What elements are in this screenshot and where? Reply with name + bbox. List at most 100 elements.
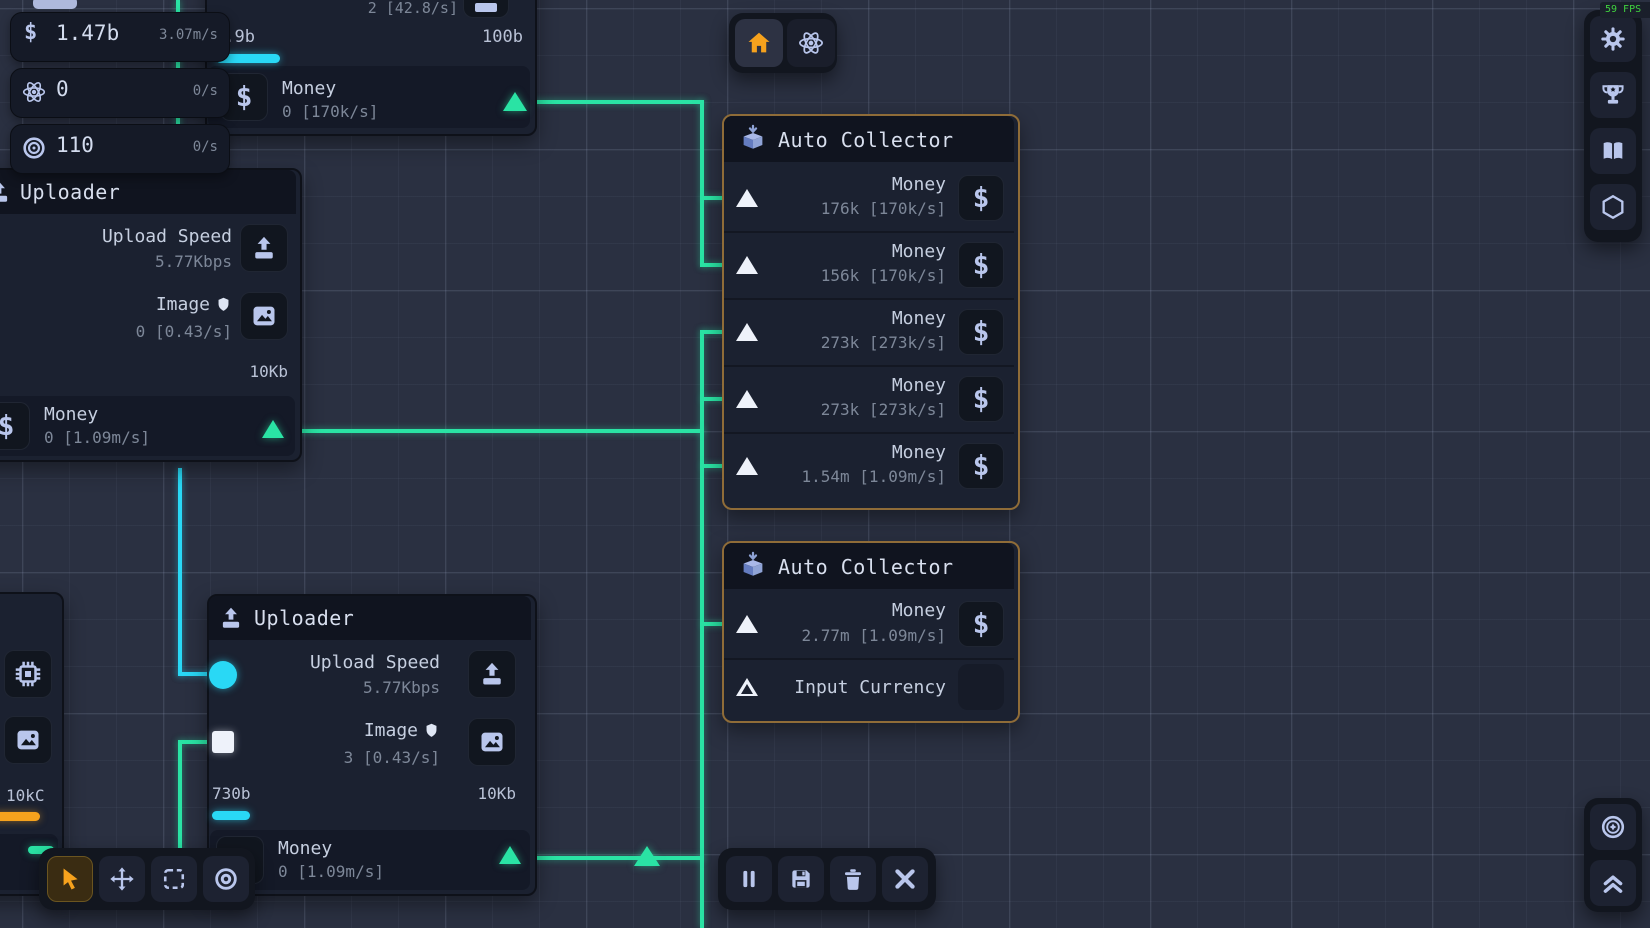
pause-icon <box>736 866 762 892</box>
upload-icon <box>0 179 12 205</box>
uploader1-speed-upgrade-button[interactable] <box>240 224 288 272</box>
select-tool-button[interactable] <box>47 856 93 902</box>
upload-icon <box>250 234 278 262</box>
collector2-row-value: 2.77m [1.09m/s] <box>760 626 946 645</box>
box-select-tool-button[interactable] <box>151 856 197 902</box>
wire-topnode-out <box>524 100 704 104</box>
move-tool-button[interactable] <box>99 856 145 902</box>
collector1-currency-button[interactable]: $ <box>958 242 1004 288</box>
hexagon-icon <box>1599 193 1627 221</box>
trash-icon <box>840 866 866 892</box>
resource-money-value: 1.47b <box>56 21 119 45</box>
uploader2-image-value: 3 [0.43/s] <box>230 748 440 767</box>
dollar-icon: $ <box>973 385 990 413</box>
collector1-input-port-icon[interactable] <box>736 323 758 341</box>
circle-tool-button[interactable] <box>203 856 249 902</box>
uploader2-speed-input-port[interactable] <box>209 661 237 689</box>
upload-icon <box>478 660 506 688</box>
uploader1-image-label-row: Image <box>40 294 232 315</box>
dollar-icon: $ <box>973 318 990 346</box>
collector1-input-port-icon[interactable] <box>736 189 758 207</box>
chip-icon <box>13 659 43 689</box>
collector1-row-name: Money <box>760 442 946 463</box>
generator-buy-button[interactable] <box>463 0 509 18</box>
collector1-input-port-icon[interactable] <box>736 457 758 475</box>
collector2-currency-button[interactable]: $ <box>958 601 1004 647</box>
wire-main-lower <box>700 330 704 928</box>
delete-button[interactable] <box>830 856 876 902</box>
row-separator <box>724 432 1014 434</box>
dollar-icon: $ <box>236 83 253 111</box>
uploader1-image-label: Image <box>156 294 210 315</box>
resource-points-value: 110 <box>56 133 94 157</box>
generator-output-port-icon[interactable] <box>503 92 527 111</box>
canvas[interactable]: { "fps": "59 FPS", "currency": "$", "res… <box>0 0 1650 928</box>
uploader1-image-upgrade-button[interactable] <box>240 292 288 340</box>
collector1-currency-button[interactable]: $ <box>958 443 1004 489</box>
close-button[interactable] <box>882 856 928 902</box>
uploader2-output-name: Money <box>278 838 332 859</box>
collector1-row-value: 1.54m [1.09m/s] <box>760 467 946 486</box>
uploader1-output-value: 0 [1.09m/s] <box>44 428 150 447</box>
uploader2-output-port-icon[interactable] <box>499 846 521 864</box>
uploader2-progress-bar <box>212 811 250 820</box>
uploader2-progress-label: 730b <box>212 784 251 803</box>
uploader1-speed-value: 5.77Kbps <box>40 252 232 271</box>
dollar-icon: $ <box>973 184 990 212</box>
uploader2-image-input-port[interactable] <box>212 731 234 753</box>
settings-button[interactable] <box>1590 16 1636 62</box>
row-separator <box>724 658 1014 660</box>
side-node-image-button[interactable] <box>4 716 52 764</box>
collector1-row-value: 273k [273k/s] <box>760 400 946 419</box>
collector2-title: Auto Collector <box>778 555 954 579</box>
guide-button[interactable] <box>1590 128 1636 174</box>
uploader2-speed-upgrade-button[interactable] <box>468 650 516 698</box>
collector2-empty-port-icon[interactable] <box>736 678 758 696</box>
collector1-currency-button[interactable]: $ <box>958 309 1004 355</box>
uploader2-speed-label: Upload Speed <box>230 652 440 673</box>
collapse-button[interactable] <box>1590 860 1636 906</box>
box-select-icon <box>160 865 188 893</box>
uploader2-image-upgrade-button[interactable] <box>468 718 516 766</box>
fps-counter: 59 FPS <box>1605 4 1641 15</box>
target-icon <box>1599 813 1627 841</box>
generator-output-value: 0 [170k/s] <box>282 102 378 121</box>
generator-capacity-label: 100b <box>445 27 523 47</box>
row-separator <box>724 365 1014 367</box>
uploader1-title: Uploader <box>20 180 120 204</box>
close-icon <box>891 865 919 893</box>
collector1-input-port-icon[interactable] <box>736 256 758 274</box>
collector2-input-port-icon[interactable] <box>736 615 758 633</box>
wire-uploader2-out <box>522 856 704 860</box>
tab-research-button[interactable] <box>787 19 835 67</box>
bullseye-icon <box>21 135 47 161</box>
uploader2-title: Uploader <box>254 606 354 630</box>
uploader1-output-port-icon[interactable] <box>262 420 284 438</box>
uploader2-output-value: 0 [1.09m/s] <box>278 862 384 881</box>
book-icon <box>1599 137 1627 165</box>
side-node-progress-bar <box>0 812 40 821</box>
collector1-currency-button[interactable]: $ <box>958 376 1004 422</box>
resource-money-rate: 3.07m/s <box>122 27 218 43</box>
collector1-currency-button[interactable]: $ <box>958 175 1004 221</box>
collector1-row-name: Money <box>760 308 946 329</box>
collector2-empty-slot[interactable] <box>958 664 1004 710</box>
package-icon <box>738 551 768 581</box>
collector1-row-name: Money <box>760 174 946 195</box>
modules-button[interactable] <box>1590 184 1636 230</box>
uploader1-capacity-label: 10Kb <box>200 362 288 381</box>
buy-icon <box>475 3 497 12</box>
achievements-button[interactable] <box>1590 72 1636 118</box>
image-icon <box>250 302 278 330</box>
collector1-input-port-icon[interactable] <box>736 390 758 408</box>
tab-home-button[interactable] <box>735 19 783 67</box>
collector1-title: Auto Collector <box>778 128 954 152</box>
uploader2-image-label: Image <box>364 720 418 741</box>
recenter-button[interactable] <box>1590 804 1636 850</box>
generator-throughput: 2 [42.8/s] <box>320 0 458 17</box>
side-node-chip-button[interactable] <box>4 650 52 698</box>
pause-button[interactable] <box>726 856 772 902</box>
save-button[interactable] <box>778 856 824 902</box>
shield-icon <box>215 296 232 313</box>
uploader1-money-icon-box: $ <box>0 402 30 450</box>
